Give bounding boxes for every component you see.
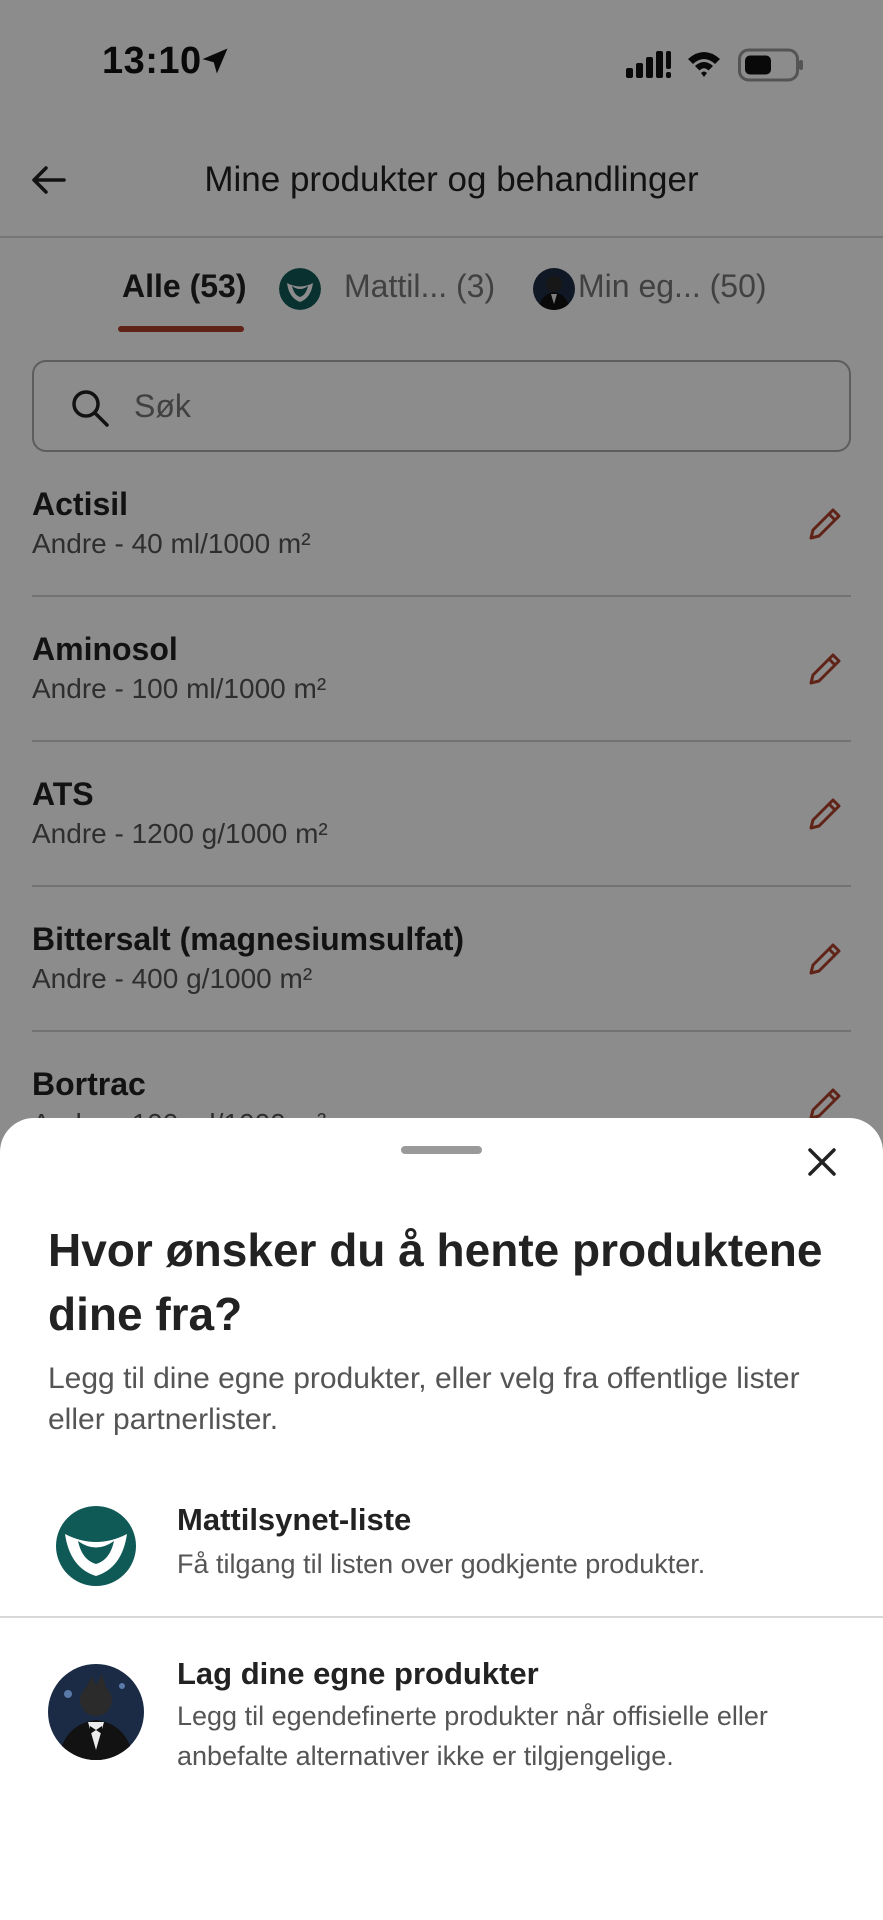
option-description: Få tilgang til listen over godkjente pro… bbox=[177, 1549, 706, 1579]
option-mattilsynet-list[interactable]: Mattilsynet-liste Få tilgang til listen … bbox=[0, 1468, 883, 1618]
screen: 13:10 Mine produkter og behandlinger All… bbox=[0, 0, 883, 1920]
sheet-grabber[interactable] bbox=[401, 1146, 482, 1154]
close-icon[interactable] bbox=[802, 1142, 842, 1182]
sheet-description: Legg til dine egne produkter, eller velg… bbox=[48, 1362, 800, 1436]
option-title: Mattilsynet-liste bbox=[177, 1502, 412, 1537]
mattilsynet-logo-icon bbox=[56, 1506, 136, 1586]
option-create-own-products[interactable]: Lag dine egne produkter Legg til egendef… bbox=[0, 1620, 883, 1800]
option-description: Legg til egendefinerte produkter når off… bbox=[177, 1701, 768, 1771]
sheet-title: Hvor ønsker du å hente produktene dine f… bbox=[48, 1224, 823, 1340]
option-title: Lag dine egne produkter bbox=[177, 1656, 539, 1691]
avatar-image bbox=[48, 1664, 144, 1760]
avatar bbox=[48, 1664, 144, 1760]
bottom-sheet: Hvor ønsker du å hente produktene dine f… bbox=[0, 1118, 883, 1920]
